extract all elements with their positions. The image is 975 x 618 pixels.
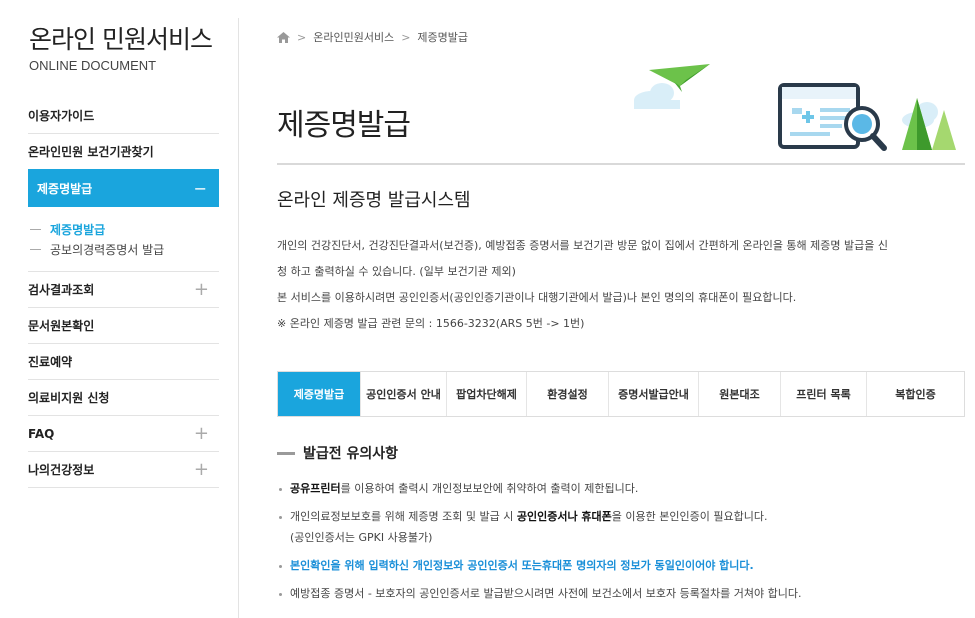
sidebar-item-label: 온라인민원 보건기관찾기 xyxy=(28,145,154,159)
section-title: 온라인 제증명 발급시스템 xyxy=(277,190,471,211)
notice-item: 공유프린터를 이용하여 출력시 개인정보보안에 취약하여 출력이 제한됩니다. xyxy=(277,478,965,499)
tab-settings[interactable]: 환경설정 xyxy=(526,372,608,416)
sidebar-item-user-guide[interactable]: 이용자가이드 xyxy=(28,98,219,134)
breadcrumb-item[interactable]: 온라인민원서비스 xyxy=(313,29,394,45)
collapse-icon[interactable]: − xyxy=(194,179,207,198)
expand-icon[interactable]: + xyxy=(194,279,209,300)
tab-certificate-issue[interactable]: 제증명발급 xyxy=(278,372,360,416)
sidebar-title: 온라인 민원서비스 xyxy=(29,25,213,54)
notice-bold: 공유프린터 xyxy=(290,482,341,495)
home-icon[interactable] xyxy=(277,31,290,43)
sidebar-item-faq[interactable]: FAQ + xyxy=(28,416,219,452)
sidebar-item-document-verify[interactable]: 문서원본확인 xyxy=(28,308,219,344)
sidebar-item-label: 나의건강정보 xyxy=(28,463,95,477)
dash-icon xyxy=(30,228,41,230)
description-line: ※ 온라인 제증명 발급 관련 문의 : 1566-3232(ARS 5번 ->… xyxy=(277,317,585,330)
notice-item: 예방접종 증명서 - 보호자의 공인인증서로 발급받으시려면 사전에 보건소에서… xyxy=(277,583,965,604)
notice-text: 를 이용하여 출력시 개인정보보안에 취약하여 출력이 제한됩니다. xyxy=(340,482,639,495)
sidebar-item-find-health-center[interactable]: 온라인민원 보건기관찾기 xyxy=(28,134,219,170)
notice-heading: 발급전 유의사항 xyxy=(277,443,398,463)
notice-text: 본인확인을 위해 입력하신 개인정보와 공인인증서 또는휴대폰 명의자의 정보가… xyxy=(290,559,754,572)
notice-subline: (공인인증서는 GPKI 사용불가) xyxy=(290,531,433,544)
expand-icon[interactable]: + xyxy=(194,459,209,480)
notice-item-highlight: 본인확인을 위해 입력하신 개인정보와 공인인증서 또는휴대폰 명의자의 정보가… xyxy=(277,555,965,576)
tab-issue-guide[interactable]: 증명서발급안내 xyxy=(608,372,698,416)
tab-original-compare[interactable]: 원본대조 xyxy=(698,372,780,416)
sidebar-subtitle: ONLINE DOCUMENT xyxy=(29,58,157,73)
tab-printer-list[interactable]: 프린터 목록 xyxy=(780,372,866,416)
tab-composite-auth[interactable]: 복합인증 xyxy=(866,372,964,416)
notice-title: 발급전 유의사항 xyxy=(303,446,399,462)
description: 개인의 건강진단서, 건강진단결과서(보건증), 예방접종 증명서를 보건기관 … xyxy=(277,233,965,337)
breadcrumb-separator: > xyxy=(297,30,307,44)
sidebar-item-medical-support[interactable]: 의료비지원 신청 xyxy=(28,380,219,416)
hero-illustration xyxy=(634,64,956,151)
sidebar-submenu: 제증명발급 공보의경력증명서 발급 xyxy=(28,207,219,272)
description-line: 청 하고 출력하실 수 있습니다. (일부 보건기관 제외) xyxy=(277,265,516,278)
breadcrumb-item[interactable]: 제증명발급 xyxy=(417,29,468,45)
notice-item: 개인의료정보보호를 위해 제증명 조회 및 발급 시 공인인증서나 휴대폰을 이… xyxy=(277,506,965,548)
sidebar-item-label: 이용자가이드 xyxy=(28,109,95,123)
sidebar-item-test-results[interactable]: 검사결과조회 + xyxy=(28,272,219,308)
heading-bar-icon xyxy=(277,451,295,455)
subitem-career-certificate[interactable]: 공보의경력증명서 발급 xyxy=(28,239,219,259)
dash-icon xyxy=(30,248,41,250)
notice-text: 을 이용한 본인인증이 필요합니다. xyxy=(611,510,768,523)
subitem-label: 제증명발급 xyxy=(50,222,106,237)
sidebar-item-label: 문서원본확인 xyxy=(28,319,95,333)
page-title: 제증명발급 xyxy=(277,108,411,143)
sidebar-menu: 이용자가이드 온라인민원 보건기관찾기 제증명발급 − 제증명발급 공보의경력증… xyxy=(28,98,219,488)
breadcrumb-separator: > xyxy=(401,30,411,44)
sidebar-item-label: 제증명발급 xyxy=(37,181,93,196)
description-line: 본 서비스를 이용하시려면 공인인증서(공인인증기관이나 대행기관에서 발급)나… xyxy=(277,291,797,304)
sidebar-item-my-health[interactable]: 나의건강정보 + xyxy=(28,452,219,488)
sidebar-item-reservation[interactable]: 진료예약 xyxy=(28,344,219,380)
sidebar-item-label: 의료비지원 신청 xyxy=(28,391,110,405)
notice-text: 예방접종 증명서 - 보호자의 공인인증서로 발급받으시려면 사전에 보건소에서… xyxy=(290,587,802,600)
sidebar-divider xyxy=(238,18,239,618)
cloud-icon xyxy=(634,83,680,109)
sidebar-item-certificate-issue[interactable]: 제증명발급 − xyxy=(28,169,219,207)
sidebar-item-label: 검사결과조회 xyxy=(28,283,95,297)
sidebar-item-label: FAQ xyxy=(28,426,55,441)
title-divider xyxy=(277,163,965,165)
notice-list: 공유프린터를 이용하여 출력시 개인정보보안에 취약하여 출력이 제한됩니다. … xyxy=(277,478,965,611)
notice-text: 개인의료정보보호를 위해 제증명 조회 및 발급 시 xyxy=(290,510,517,523)
expand-icon[interactable]: + xyxy=(194,423,209,444)
tab-bar: 제증명발급 공인인증서 안내 팝업차단해제 환경설정 증명서발급안내 원본대조 … xyxy=(277,371,965,417)
description-line: 개인의 건강진단서, 건강진단결과서(보건증), 예방접종 증명서를 보건기관 … xyxy=(277,239,889,252)
notice-bold: 공인인증서나 휴대폰 xyxy=(516,510,612,523)
breadcrumb: > 온라인민원서비스 > 제증명발급 xyxy=(277,29,468,45)
subitem-certificate-issue[interactable]: 제증명발급 xyxy=(28,219,219,239)
tab-certificate-guide[interactable]: 공인인증서 안내 xyxy=(360,372,446,416)
subitem-label: 공보의경력증명서 발급 xyxy=(50,242,165,257)
sidebar-item-label: 진료예약 xyxy=(28,355,73,369)
tab-popup-unblock[interactable]: 팝업차단해제 xyxy=(446,372,526,416)
